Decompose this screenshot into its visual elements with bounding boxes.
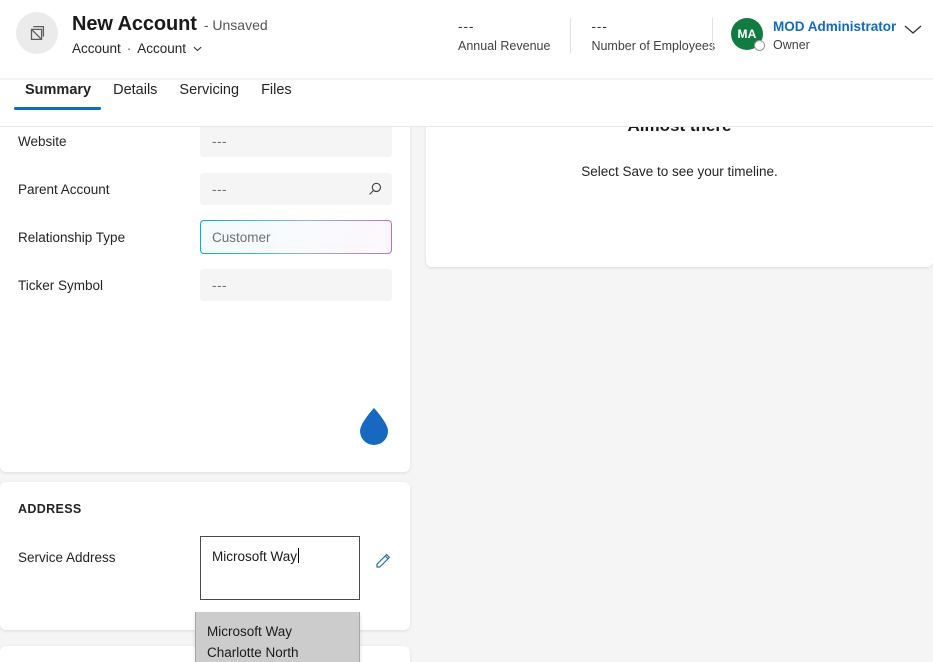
parent-account-input[interactable]: --- [200, 173, 392, 205]
owner-role-label: Owner [773, 38, 810, 52]
form-tab-list: Summary Details Servicing Files [0, 80, 933, 126]
field-value: Customer [212, 229, 271, 245]
text-caret [298, 548, 300, 563]
chevron-down-icon[interactable] [192, 43, 203, 54]
timeline-empty-title: Almost there [426, 127, 933, 136]
stat-value: --- [591, 19, 608, 34]
timeline-card: Almost there Select Save to see your tim… [426, 127, 933, 267]
stat-value: --- [458, 19, 475, 34]
address-section-card: ADDRESS Service Address Microsoft Way [0, 482, 410, 630]
tab-label: Servicing [179, 82, 240, 98]
field-row-website: Website --- [0, 127, 410, 165]
tab-files[interactable]: Files [250, 80, 303, 112]
stat-label: Annual Revenue [458, 39, 551, 53]
general-section-card: Website --- Parent Account --- Relations… [0, 127, 410, 472]
dynamics-account-form-app: New Account - Unsaved Account · Account [0, 0, 933, 662]
pencil-edit-icon[interactable] [374, 536, 392, 575]
relationship-type-input[interactable]: Customer [201, 221, 391, 253]
ticker-symbol-input[interactable]: --- [200, 269, 392, 301]
website-input[interactable]: --- [200, 127, 392, 157]
breadcrumb-separator: · [126, 41, 132, 56]
tab-details[interactable]: Details [102, 80, 168, 112]
header-stats: --- Annual Revenue --- Number of Employe… [458, 18, 735, 53]
field-label-parent-account: Parent Account [18, 181, 110, 197]
account-entity-icon [16, 12, 58, 54]
field-row-service-address: Service Address Microsoft Way [0, 522, 410, 600]
page-title: New Account [72, 13, 197, 35]
field-label-relationship-type: Relationship Type [18, 229, 126, 245]
stat-number-of-employees: --- Number of Employees [570, 18, 735, 53]
breadcrumb-form[interactable]: Account [137, 41, 186, 56]
tab-summary[interactable]: Summary [14, 80, 102, 112]
service-address-typed-value: Microsoft Way [212, 549, 298, 564]
owner-name[interactable]: MOD Administrator [773, 18, 896, 35]
field-row-ticker-symbol: Ticker Symbol --- [0, 261, 410, 309]
record-title-block: New Account - Unsaved Account · Account [72, 12, 268, 56]
service-address-input[interactable]: Microsoft Way [200, 536, 360, 600]
form-body: Website --- Parent Account --- Relations… [0, 127, 933, 662]
tab-label: Summary [25, 82, 92, 98]
header-divider [0, 126, 933, 127]
breadcrumb-entity: Account [72, 41, 121, 56]
breadcrumb: Account · Account [72, 41, 268, 56]
record-header: New Account - Unsaved Account · Account [0, 0, 933, 78]
field-label-ticker-symbol: Ticker Symbol [18, 277, 104, 293]
avatar: MA [731, 18, 765, 51]
record-header-left: New Account - Unsaved Account · Account [16, 12, 268, 56]
suggestion-item-0[interactable]: Microsoft Way Charlotte North Carolina U… [196, 612, 359, 662]
unsaved-status: - Unsaved [203, 17, 268, 33]
stat-annual-revenue: --- Annual Revenue [458, 18, 570, 53]
tab-servicing[interactable]: Servicing [168, 80, 250, 112]
stat-label: Number of Employees [591, 39, 716, 53]
search-icon[interactable] [367, 181, 383, 197]
timeline-empty-subtitle: Select Save to see your timeline. [581, 164, 778, 179]
relationship-type-ai-suggestion-border: Customer [200, 220, 392, 254]
presence-indicator-icon [754, 40, 765, 51]
service-address-suggestion-list: Microsoft Way Charlotte North Carolina U… [195, 612, 360, 662]
owner-text: MOD Administrator Owner [773, 18, 896, 52]
field-row-relationship-type: Relationship Type Customer [0, 213, 410, 261]
address-section-title: ADDRESS [18, 502, 82, 516]
tab-label: Files [261, 82, 292, 98]
field-label-service-address: Service Address [18, 550, 116, 565]
tab-label: Details [113, 82, 158, 98]
field-value: --- [212, 133, 227, 149]
owner-block[interactable]: MA MOD Administrator Owner [712, 18, 896, 52]
field-label-website: Website [18, 133, 67, 149]
field-value: --- [212, 181, 227, 197]
field-value: --- [212, 277, 227, 293]
header-expand-chevron-down-icon[interactable] [902, 22, 924, 41]
field-row-parent-account: Parent Account --- [0, 165, 410, 213]
